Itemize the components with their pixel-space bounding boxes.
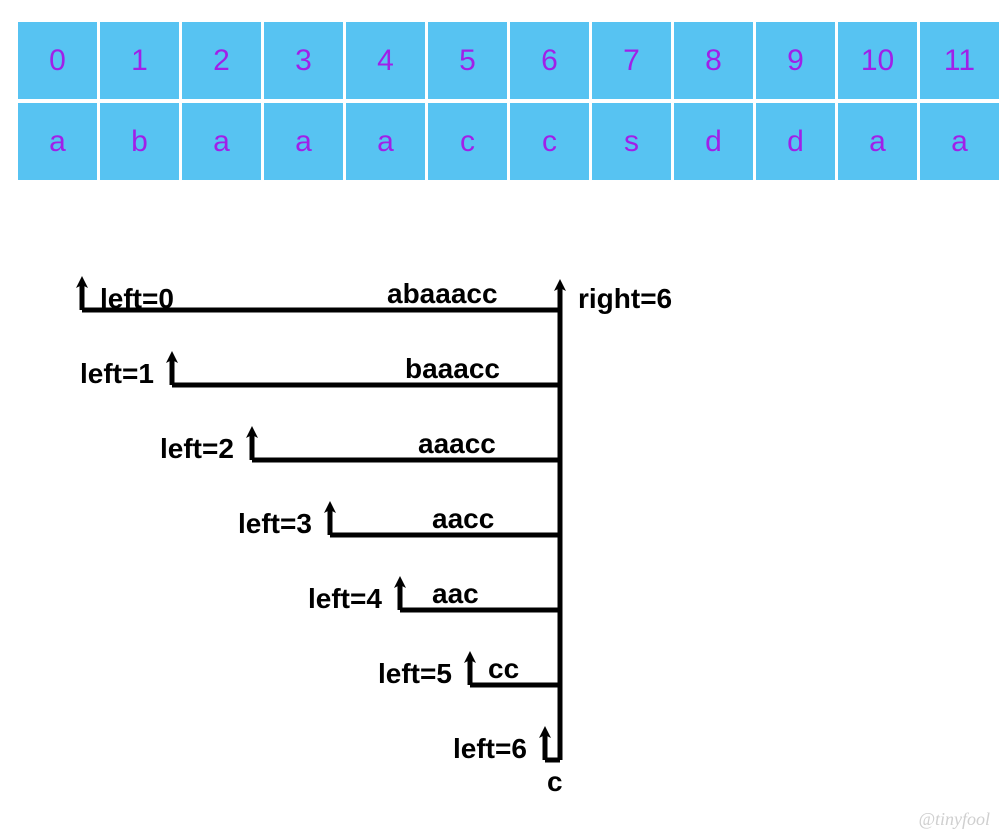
substring-5: cc xyxy=(488,655,519,683)
left-label-4: left=4 xyxy=(308,585,382,613)
char-cell: a xyxy=(182,103,261,180)
char-cell: c xyxy=(428,103,507,180)
left-label-0: left=0 xyxy=(100,285,174,313)
left-label-6: left=6 xyxy=(453,735,527,763)
sliding-window-diagram: right=6 left=0 left=1 left=2 left=3 left… xyxy=(0,250,1000,810)
index-cell: 1 xyxy=(100,22,179,99)
diagram-svg xyxy=(0,250,1000,810)
char-cell: d xyxy=(756,103,835,180)
left-label-1: left=1 xyxy=(80,360,154,388)
index-cell: 11 xyxy=(920,22,999,99)
index-char-table: 0 1 2 3 4 5 6 7 8 9 10 11 a b a a a c c … xyxy=(18,22,1000,180)
index-cell: 4 xyxy=(346,22,425,99)
char-cell: a xyxy=(18,103,97,180)
char-row: a b a a a c c s d d a a xyxy=(18,103,1000,180)
index-cell: 8 xyxy=(674,22,753,99)
index-cell: 0 xyxy=(18,22,97,99)
substring-4: aac xyxy=(432,580,479,608)
char-cell: a xyxy=(920,103,999,180)
index-cell: 3 xyxy=(264,22,343,99)
substring-0: abaaacc xyxy=(387,280,498,308)
index-cell: 7 xyxy=(592,22,671,99)
char-cell: a xyxy=(264,103,343,180)
char-cell: a xyxy=(838,103,917,180)
index-cell: 2 xyxy=(182,22,261,99)
substring-2: aaacc xyxy=(418,430,496,458)
left-label-3: left=3 xyxy=(238,510,312,538)
right-pointer-label: right=6 xyxy=(578,285,672,313)
index-cell: 9 xyxy=(756,22,835,99)
bottom-char: c xyxy=(547,768,563,796)
char-cell: b xyxy=(100,103,179,180)
left-label-2: left=2 xyxy=(160,435,234,463)
char-cell: s xyxy=(592,103,671,180)
index-cell: 5 xyxy=(428,22,507,99)
char-cell: a xyxy=(346,103,425,180)
substring-1: baaacc xyxy=(405,355,500,383)
index-row: 0 1 2 3 4 5 6 7 8 9 10 11 xyxy=(18,22,1000,103)
watermark: @tinyfool xyxy=(918,809,990,830)
index-cell: 6 xyxy=(510,22,589,99)
char-cell: c xyxy=(510,103,589,180)
left-label-5: left=5 xyxy=(378,660,452,688)
char-cell: d xyxy=(674,103,753,180)
index-cell: 10 xyxy=(838,22,917,99)
substring-3: aacc xyxy=(432,505,494,533)
